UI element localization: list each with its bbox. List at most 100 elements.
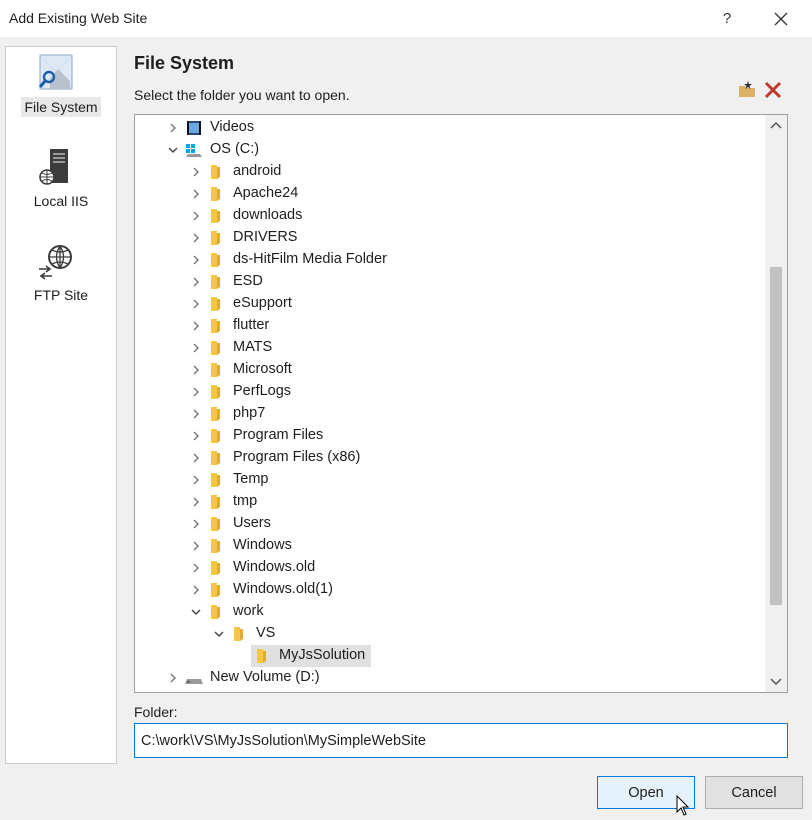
folder-icon <box>211 561 220 575</box>
folder-icon <box>211 231 220 245</box>
chevron-right-icon[interactable] <box>190 408 202 420</box>
chevron-right-icon[interactable] <box>190 342 202 354</box>
delete-icon[interactable] <box>763 80 783 100</box>
folder-icon <box>211 341 220 355</box>
tree-item-label: New Volume (D:) <box>210 669 320 685</box>
tree-item-label: OS (C:) <box>210 141 260 157</box>
folder-icon <box>234 627 243 641</box>
chevron-down-icon[interactable] <box>190 606 202 618</box>
sidebar-item-ftp-site[interactable]: FTP Site <box>6 241 116 321</box>
window-title: Add Existing Web Site <box>9 10 148 26</box>
chevron-down-icon[interactable] <box>213 628 225 640</box>
folder-label: Folder: <box>134 704 178 720</box>
tree-item-label: eSupport <box>233 295 292 311</box>
chevron-right-icon[interactable] <box>190 584 202 596</box>
tree-item[interactable]: Windows.old <box>135 557 763 579</box>
chevron-right-icon[interactable] <box>190 166 202 178</box>
tree-item[interactable]: New Volume (D:) <box>135 667 763 689</box>
sidebar-item-label: Local IIS <box>33 193 89 209</box>
tree-item[interactable]: Apache24 <box>135 183 763 205</box>
chevron-right-icon[interactable] <box>190 386 202 398</box>
folder-icon <box>211 605 220 619</box>
vertical-scrollbar[interactable] <box>765 115 787 692</box>
tree-item[interactable]: Users <box>135 513 763 535</box>
tree-item-label: ds-HitFilm Media Folder <box>233 251 387 267</box>
page-title: File System <box>134 53 235 73</box>
tree-item-label: Windows.old <box>233 559 316 575</box>
server-icon <box>39 149 68 185</box>
cancel-button[interactable]: Cancel <box>705 776 803 809</box>
folder-path-input[interactable] <box>134 723 788 758</box>
folder-icon <box>211 297 220 311</box>
chevron-right-icon[interactable] <box>190 518 202 530</box>
tree-item[interactable]: android <box>135 161 763 183</box>
scroll-down-icon[interactable] <box>765 670 787 692</box>
chevron-right-icon[interactable] <box>190 364 202 376</box>
chevron-right-icon[interactable] <box>190 254 202 266</box>
tree-item[interactable]: PerfLogs <box>135 381 763 403</box>
folder-icon <box>211 363 220 377</box>
tree-item[interactable]: Program Files (x86) <box>135 447 763 469</box>
chevron-right-icon[interactable] <box>190 562 202 574</box>
chevron-right-icon[interactable] <box>190 496 202 508</box>
tree-item-label: php7 <box>233 405 266 421</box>
chevron-right-icon[interactable] <box>190 298 202 310</box>
close-icon <box>774 12 788 26</box>
scroll-up-icon[interactable] <box>765 115 787 137</box>
scroll-thumb[interactable] <box>770 267 782 605</box>
drive-icon <box>185 679 203 684</box>
sidebar-item-file-system[interactable]: File System <box>6 53 116 133</box>
close-button[interactable] <box>766 0 796 37</box>
file-system-icon <box>38 54 73 90</box>
folder-icon <box>211 495 220 509</box>
folder-tree[interactable]: Videos OS (C:) android Apache24 downloads DRI… <box>134 114 788 693</box>
tree-item[interactable]: Windows.old(1) <box>135 579 763 601</box>
folder-icon <box>211 429 220 443</box>
chevron-right-icon[interactable] <box>167 122 179 134</box>
chevron-right-icon[interactable] <box>190 210 202 222</box>
tree-item[interactable]: Microsoft <box>135 359 763 381</box>
tree-item[interactable]: eSupport <box>135 293 763 315</box>
tree-item[interactable]: MyJsSolution <box>135 645 763 667</box>
chevron-right-icon[interactable] <box>190 430 202 442</box>
tree-item-label: Program Files <box>233 427 324 443</box>
sidebar-item-local-iis[interactable]: Local IIS <box>6 147 116 227</box>
chevron-right-icon[interactable] <box>190 232 202 244</box>
tree-item[interactable]: php7 <box>135 403 763 425</box>
tree-item-label: Videos <box>210 119 255 135</box>
location-sidebar: File System Local IIS FTP Site <box>5 46 117 764</box>
tree-item[interactable]: Program Files <box>135 425 763 447</box>
instruction-text: Select the folder you want to open. <box>134 87 350 103</box>
tree-item[interactable]: downloads <box>135 205 763 227</box>
chevron-right-icon[interactable] <box>190 188 202 200</box>
chevron-right-icon[interactable] <box>190 320 202 332</box>
new-folder-icon[interactable] <box>737 80 757 100</box>
tree-item-label: downloads <box>233 207 303 223</box>
folder-icon <box>211 209 220 223</box>
tree-item[interactable]: VS <box>135 623 763 645</box>
tree-item[interactable]: ESD <box>135 271 763 293</box>
chevron-right-icon[interactable] <box>190 276 202 288</box>
tree-item-label: PerfLogs <box>233 383 292 399</box>
folder-icon <box>211 385 220 399</box>
chevron-right-icon[interactable] <box>190 452 202 464</box>
tree-item[interactable]: DRIVERS <box>135 227 763 249</box>
tree-item[interactable]: MATS <box>135 337 763 359</box>
ftp-globe-icon <box>39 245 72 280</box>
tree-item[interactable]: work <box>135 601 763 623</box>
chevron-right-icon[interactable] <box>167 672 179 684</box>
tree-item[interactable]: OS (C:) <box>135 139 763 161</box>
tree-item-label: Users <box>233 515 271 531</box>
tree-item[interactable]: Windows <box>135 535 763 557</box>
help-button[interactable]: ? <box>712 0 742 37</box>
tree-item[interactable]: flutter <box>135 315 763 337</box>
chevron-right-icon[interactable] <box>190 474 202 486</box>
tree-item[interactable]: Temp <box>135 469 763 491</box>
chevron-right-icon[interactable] <box>190 540 202 552</box>
tree-item[interactable]: Videos <box>135 117 763 139</box>
folder-icon <box>211 517 220 531</box>
chevron-down-icon[interactable] <box>167 144 179 156</box>
tree-item[interactable]: ds-HitFilm Media Folder <box>135 249 763 271</box>
folder-icon <box>257 649 266 663</box>
tree-item[interactable]: tmp <box>135 491 763 513</box>
